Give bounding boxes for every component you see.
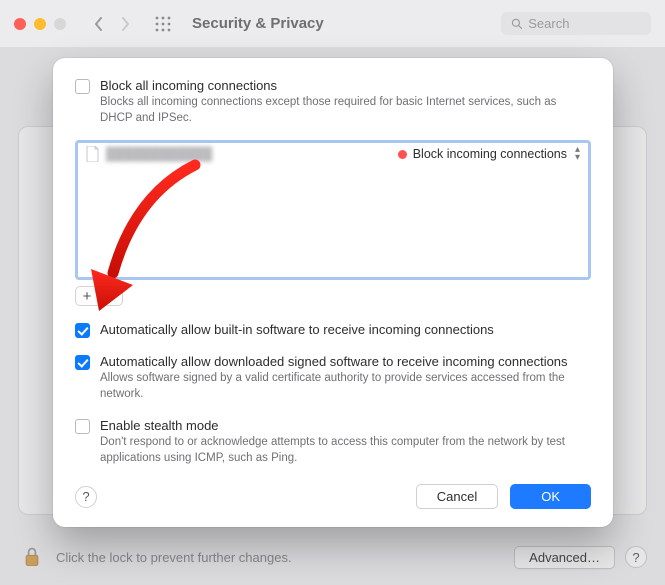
block-all-desc: Blocks all incoming connections except t…	[100, 95, 591, 126]
forward-button[interactable]	[112, 12, 138, 36]
nav-buttons	[86, 12, 138, 36]
sheet-help-button[interactable]: ?	[75, 486, 97, 508]
window-title: Security & Privacy	[192, 15, 324, 32]
status-dot-red	[398, 150, 407, 159]
app-list-row[interactable]: ████████████ Block incoming connections …	[78, 143, 588, 165]
auto-signed-desc: Allows software signed by a valid certif…	[100, 371, 591, 402]
add-app-button[interactable]: +	[75, 286, 99, 306]
app-status-label: Block incoming connections	[413, 147, 567, 161]
search-input[interactable]	[528, 16, 641, 31]
search-field[interactable]	[501, 12, 651, 35]
stealth-desc: Don't respond to or acknowledge attempts…	[100, 435, 591, 466]
firewall-app-list[interactable]: ████████████ Block incoming connections …	[75, 140, 591, 280]
back-button[interactable]	[86, 12, 112, 36]
auto-signed-checkbox[interactable]	[75, 355, 90, 370]
stealth-checkbox[interactable]	[75, 419, 90, 434]
app-name-redacted: ████████████	[106, 147, 212, 161]
auto-builtin-label: Automatically allow built-in software to…	[100, 322, 494, 337]
minimize-window-button[interactable]	[34, 18, 46, 30]
show-all-icon[interactable]	[152, 13, 174, 35]
cancel-button[interactable]: Cancel	[416, 484, 498, 509]
ok-button[interactable]: OK	[510, 484, 591, 509]
auto-builtin-checkbox[interactable]	[75, 323, 90, 338]
titlebar: Security & Privacy	[0, 0, 665, 48]
zoom-window-button[interactable]	[54, 18, 66, 30]
remove-app-button[interactable]: −	[99, 286, 123, 306]
document-icon	[86, 146, 100, 162]
window-controls	[14, 18, 66, 30]
firewall-options-sheet: Block all incoming connections Blocks al…	[53, 58, 613, 527]
block-all-label: Block all incoming connections	[100, 78, 591, 93]
block-all-checkbox[interactable]	[75, 79, 90, 94]
status-popup-arrows-icon[interactable]: ▴▾	[575, 146, 580, 162]
auto-signed-label: Automatically allow downloaded signed so…	[100, 354, 591, 369]
close-window-button[interactable]	[14, 18, 26, 30]
search-icon	[511, 17, 522, 30]
add-remove-controls: + −	[75, 286, 591, 306]
stealth-label: Enable stealth mode	[100, 418, 591, 433]
